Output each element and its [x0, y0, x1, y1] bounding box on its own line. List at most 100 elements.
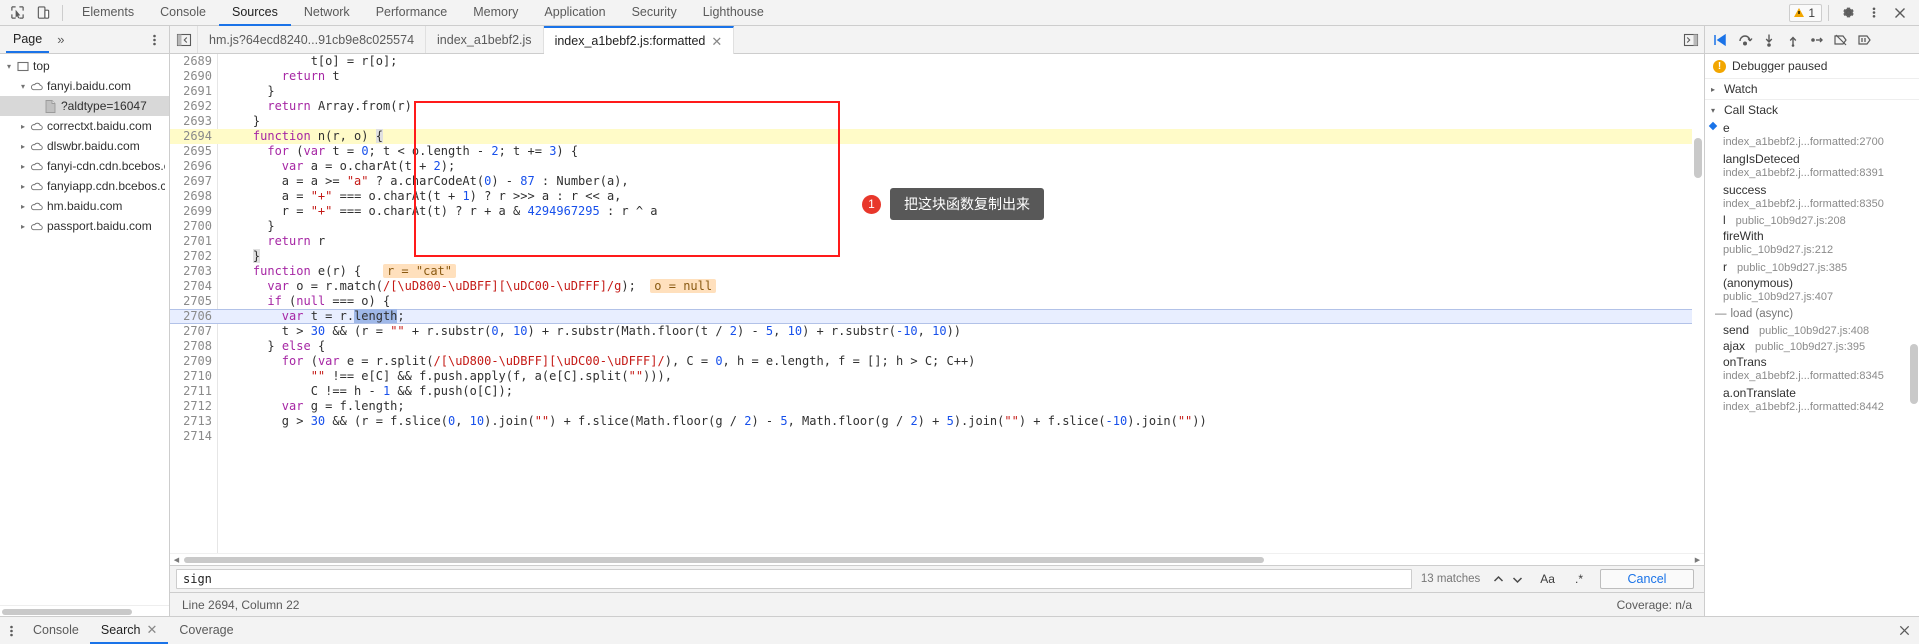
tree-item[interactable]: ▸ passport.baidu.com — [0, 216, 169, 236]
chevron-right-icon[interactable]: ▸ — [17, 162, 29, 171]
sidebar-scroll-thumb[interactable] — [1910, 344, 1918, 404]
chevron-right-icon[interactable]: ▸ — [17, 222, 29, 231]
call-stack-frame[interactable]: r public_10b9d27.js:385 — [1705, 259, 1919, 275]
line-number[interactable]: 2695 — [170, 144, 218, 159]
line-number[interactable]: 2697 — [170, 174, 218, 189]
editor-horizontal-scroll-thumb[interactable] — [184, 557, 1690, 563]
code-line[interactable]: 2707 t > 30 && (r = "" + r.substr(0, 10)… — [170, 324, 1704, 339]
editor-tab-index-js[interactable]: index_a1bebf2.js — [426, 26, 544, 53]
deactivate-breakpoints-icon[interactable] — [1829, 27, 1853, 53]
line-number[interactable]: 2691 — [170, 84, 218, 99]
code-line[interactable]: 2689 t[o] = r[o]; — [170, 54, 1704, 69]
drawer-tab-coverage[interactable]: Coverage — [168, 617, 244, 644]
editor-tab-hmjs[interactable]: hm.js?64ecd8240...91cb9e8c025574 — [198, 26, 427, 53]
code-line[interactable]: 2697 a = a >= "a" ? a.charCodeAt(0) - 87… — [170, 174, 1704, 189]
tab-security[interactable]: Security — [619, 0, 690, 26]
chevron-down-icon[interactable]: ▾ — [17, 82, 29, 91]
line-number[interactable]: 2708 — [170, 339, 218, 354]
tab-elements[interactable]: Elements — [69, 0, 147, 26]
call-stack-frame[interactable]: ajax public_10b9d27.js:395 — [1705, 338, 1919, 354]
warning-count-badge[interactable]: 1 — [1789, 3, 1822, 22]
vertical-dots-icon[interactable] — [1861, 1, 1887, 25]
line-number[interactable]: 2698 — [170, 189, 218, 204]
match-case-button[interactable]: Aa — [1533, 570, 1562, 588]
call-stack-section-header[interactable]: ▾ Call Stack — [1705, 99, 1919, 120]
line-number[interactable]: 2705 — [170, 294, 218, 309]
navigator-horizontal-scrollbar[interactable] — [0, 605, 169, 616]
gear-icon[interactable] — [1835, 1, 1861, 25]
step-over-icon[interactable] — [1733, 27, 1757, 53]
code-line[interactable]: 2700 } — [170, 219, 1704, 234]
code-line[interactable]: 2693 } — [170, 114, 1704, 129]
chevron-down-icon[interactable] — [1508, 569, 1527, 589]
inspect-cursor-icon[interactable] — [4, 1, 30, 25]
drawer-close-icon[interactable] — [1889, 617, 1919, 644]
call-stack-frame[interactable]: success index_a1bebf2.j...formatted:8350 — [1705, 182, 1919, 213]
code-line[interactable]: 2706 var t = r.length; — [170, 309, 1704, 324]
chevron-right-icon[interactable]: ▸ — [17, 202, 29, 211]
line-number[interactable]: 2696 — [170, 159, 218, 174]
line-number[interactable]: 2690 — [170, 69, 218, 84]
code-lines[interactable]: 2689 t[o] = r[o]; 2690 return t 2691 } 2692… — [170, 54, 1704, 444]
file-tree[interactable]: ▾ top ▾ fanyi.baidu.com ?aldtype=16047 ▸ corre… — [0, 54, 169, 605]
tree-item[interactable]: ▾ fanyi.baidu.com — [0, 76, 169, 96]
code-line[interactable]: 2695 for (var t = 0; t < o.length - 2; t… — [170, 144, 1704, 159]
tab-lighthouse[interactable]: Lighthouse — [690, 0, 777, 26]
chevron-up-icon[interactable] — [1489, 569, 1508, 589]
code-line[interactable]: 2690 return t — [170, 69, 1704, 84]
close-icon[interactable]: ✕ — [711, 35, 722, 48]
code-line[interactable]: 2692 return Array.from(r) — [170, 99, 1704, 114]
tab-memory[interactable]: Memory — [460, 0, 531, 26]
line-number[interactable]: 2712 — [170, 399, 218, 414]
code-line[interactable]: 2709 for (var e = r.split(/[\uD800-\uDBF… — [170, 354, 1704, 369]
regex-button[interactable]: .* — [1568, 570, 1590, 588]
scroll-left-icon[interactable]: ◀ — [170, 554, 183, 566]
call-stack-frame[interactable]: fireWith public_10b9d27.js:212 — [1705, 228, 1919, 259]
navigator-tab-page[interactable]: Page — [6, 26, 50, 53]
code-editor[interactable]: 2689 t[o] = r[o]; 2690 return t 2691 } 2692… — [170, 54, 1704, 553]
line-number[interactable]: 2699 — [170, 204, 218, 219]
scroll-right-icon[interactable]: ▶ — [1691, 554, 1704, 566]
device-toolbar-icon[interactable] — [30, 1, 56, 25]
editor-tab-index-js-formatted[interactable]: index_a1bebf2.js:formatted ✕ — [543, 26, 735, 54]
line-number[interactable]: 2707 — [170, 324, 218, 339]
drawer-tab-search[interactable]: Search ✕ — [89, 617, 169, 644]
watch-section-header[interactable]: ▸ Watch — [1705, 78, 1919, 99]
tab-network[interactable]: Network — [291, 0, 363, 26]
call-stack-frame[interactable]: send public_10b9d27.js:408 — [1705, 322, 1919, 338]
chevron-right-icon[interactable]: ▸ — [17, 182, 29, 191]
code-line[interactable]: 2691 } — [170, 84, 1704, 99]
code-line[interactable]: 2704 var o = r.match(/[\uD800-\uDBFF][\u… — [170, 279, 1704, 294]
tree-item[interactable]: ?aldtype=16047 — [0, 96, 169, 116]
navigator-menu-icon[interactable] — [140, 26, 169, 53]
tab-sources[interactable]: Sources — [218, 0, 291, 26]
line-number[interactable]: 2704 — [170, 279, 218, 294]
chevron-right-icon[interactable]: ▸ — [17, 122, 29, 131]
call-stack-frame[interactable]: (anonymous) public_10b9d27.js:407 — [1705, 275, 1919, 306]
drawer-menu-icon[interactable] — [0, 617, 22, 644]
line-number[interactable]: 2700 — [170, 219, 218, 234]
code-line[interactable]: 2713 g > 30 && (r = f.slice(0, 10).join(… — [170, 414, 1704, 429]
code-line[interactable]: 2711 C !== h - 1 && f.push(o[C]); — [170, 384, 1704, 399]
tree-item[interactable]: ▾ top — [0, 56, 169, 76]
editor-vertical-scroll-thumb[interactable] — [1694, 138, 1702, 178]
line-number[interactable]: 2689 — [170, 54, 218, 69]
cancel-button[interactable]: Cancel — [1600, 569, 1694, 589]
editor-horizontal-scrollbar[interactable]: ◀ ▶ — [170, 553, 1704, 565]
tree-item[interactable]: ▸ hm.baidu.com — [0, 196, 169, 216]
show-navigator-icon[interactable] — [170, 26, 198, 53]
pause-on-exceptions-icon[interactable] — [1853, 27, 1877, 53]
call-stack-frame[interactable]: l public_10b9d27.js:208 — [1705, 212, 1919, 228]
line-number[interactable]: 2703 — [170, 264, 218, 279]
drawer-tab-console[interactable]: Console — [22, 617, 90, 644]
tree-item[interactable]: ▸ fanyi-cdn.cdn.bcebos.c — [0, 156, 169, 176]
tab-console[interactable]: Console — [147, 0, 219, 26]
chevron-down-icon[interactable]: ▾ — [3, 62, 15, 71]
call-stack-frame[interactable]: eindex_a1bebf2.j...formatted:2700 — [1705, 120, 1919, 151]
call-stack-frame[interactable]: onTrans index_a1bebf2.j...formatted:8345 — [1705, 354, 1919, 385]
line-number[interactable]: 2693 — [170, 114, 218, 129]
step-icon[interactable] — [1805, 27, 1829, 53]
code-line[interactable]: 2702 } — [170, 249, 1704, 264]
code-line[interactable]: 2694 function n(r, o) { — [170, 129, 1704, 144]
code-line[interactable]: 2701 return r — [170, 234, 1704, 249]
